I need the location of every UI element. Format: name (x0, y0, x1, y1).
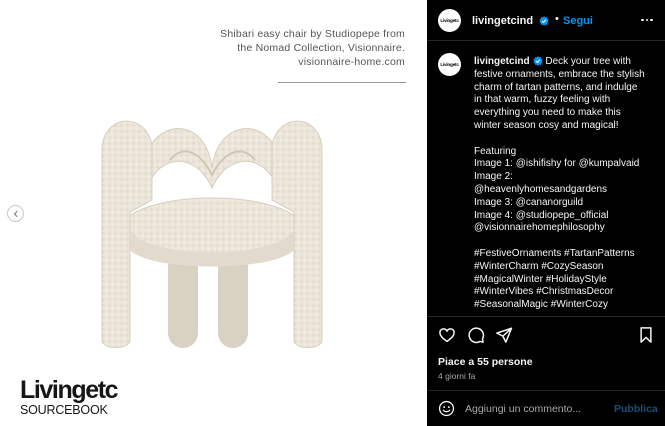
chair-illustration (101, 120, 323, 348)
caption-divider (278, 82, 406, 83)
post-caption: livingetcind Deck your tree with festive… (474, 56, 660, 316)
caption-divider-bottom (427, 316, 665, 317)
post-image: Shibari easy chair by Studiopepe from th… (0, 0, 427, 426)
likes-count[interactable]: Piace a 55 persone (438, 356, 533, 368)
more-options-button[interactable] (639, 13, 655, 27)
caption-text-line: Deck your tree with (542, 56, 631, 67)
comment-input[interactable] (465, 402, 605, 416)
post-sidebar: Livingetc livingetcind • Segui Livingetc… (427, 0, 665, 426)
caption-first-line: livingetcind Deck your tree with (474, 56, 660, 69)
caption-hashtag-line[interactable]: #FestiveOrnaments #TartanPatterns (474, 248, 660, 261)
caption-text-line: Featuring (474, 145, 517, 157)
comment-divider (427, 390, 665, 391)
image-caption-line-3: visionnaire-home.com (298, 56, 405, 68)
image-caption-line-1: Shibari easy chair by Studiopepe from (220, 28, 405, 40)
header-divider (427, 40, 665, 41)
more-icon-dot (645, 18, 649, 22)
caption-text-line: Image 2: (474, 171, 513, 183)
heart-icon[interactable] (438, 326, 456, 344)
author-avatar[interactable]: Livingetc (438, 9, 461, 32)
image-caption-line-2: the Nomad Collection, Visionnaire. (237, 42, 405, 54)
caption-text-line: charm of tartan patterns, and indulge (474, 81, 638, 93)
previous-image-button[interactable] (7, 205, 24, 222)
avatar-text: Livingetc (440, 18, 459, 23)
bookmark-icon[interactable] (637, 326, 655, 344)
logo-wordmark: Livingetc (20, 376, 119, 404)
caption-mention-line[interactable]: Image 4: @studiopepe_official (474, 210, 660, 223)
more-icon (641, 18, 644, 22)
logo-subtitle: SOURCEBOOK (20, 403, 108, 417)
emoji-icon[interactable] (438, 400, 455, 417)
caption-mention-line[interactable]: @heavenlyhomesandgardens (474, 184, 660, 197)
publish-button[interactable]: Pubblica (614, 403, 658, 415)
caption-avatar-text: Livingetc (440, 62, 459, 67)
caption-mention-line[interactable]: Image 1: @ishifishy for @kumpalvaid (474, 158, 660, 171)
caption-text-line: in that warm, fuzzy feeling with (474, 94, 611, 106)
caption-text-line: winter season cosy and magical! (474, 119, 619, 131)
share-icon[interactable] (495, 326, 513, 344)
separator-dot: • (555, 13, 559, 25)
caption-author-avatar[interactable]: Livingetc (438, 53, 461, 76)
caption-text-line: festive ornaments, embrace the stylish (474, 68, 645, 80)
livingetc-logo: Livingetc SOURCEBOOK (20, 376, 119, 418)
caption-text-line: everything you need to make this (474, 107, 621, 119)
caption-username[interactable]: livingetcind (474, 56, 530, 67)
action-bar (427, 322, 665, 348)
verified-badge-icon (532, 56, 543, 66)
author-username[interactable]: livingetcind (472, 15, 549, 27)
caption-hashtag-line[interactable]: #WinterVibes #ChristmasDecor (474, 286, 660, 299)
chevron-left-icon (13, 210, 18, 217)
caption-mention-line[interactable]: @visionnairehomephilosophy (474, 222, 660, 235)
follow-button[interactable]: Segui (563, 15, 593, 27)
author-username-text: livingetcind (472, 15, 534, 27)
caption-mention-line[interactable]: Image 3: @cananorguild (474, 197, 660, 210)
comment-icon[interactable] (467, 326, 485, 344)
post-timestamp[interactable]: 4 giorni fa (438, 371, 475, 381)
verified-badge-icon (539, 16, 549, 26)
caption-hashtag-line[interactable]: #WinterCharm #CozySeason (474, 261, 660, 274)
more-icon-dot (650, 18, 653, 22)
caption-hashtag-line[interactable]: #MagicalWinter #HolidayStyle (474, 274, 660, 287)
caption-hashtag-line[interactable]: #SeasonalMagic #WinterCozy (474, 299, 660, 312)
